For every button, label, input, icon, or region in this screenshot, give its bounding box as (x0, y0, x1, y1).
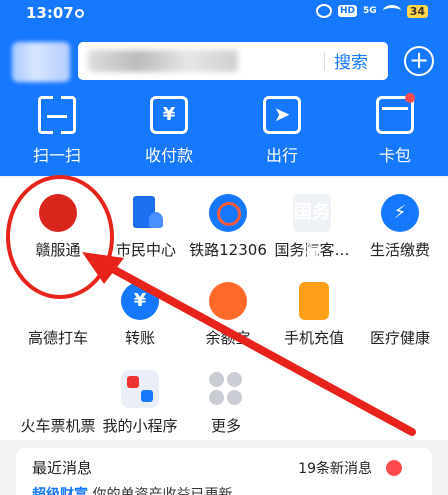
battery-level: 34 (406, 4, 428, 18)
alarm-icon (316, 4, 333, 18)
recent-messages-title: 最近消息 (32, 459, 93, 477)
network-label: 5G (363, 5, 377, 16)
grid-item-utility-payment[interactable]: ⚡ 生活缴费 (348, 178, 448, 259)
top-header: 13:07 HD 5G 34 搜索 + 扫一扫 ¥ 收付款 ➤ 出行 卡包 (0, 0, 448, 176)
payment-icon: ¥ (150, 96, 188, 134)
grid-item-label: 医疗健康 (369, 329, 430, 347)
search-button[interactable]: 搜索 (334, 48, 368, 73)
payment-label: 收付款 (144, 146, 193, 165)
gaode-taxi-icon: ⟡ (52, 290, 64, 311)
railway-icon (209, 194, 247, 232)
message-text: 你的单资产收益已更新 (92, 487, 233, 495)
message-source: 超级财富 (32, 487, 88, 495)
status-time: 13:07 (26, 4, 74, 22)
phone-recharge-icon (299, 282, 329, 320)
message-dot-icon (386, 460, 402, 476)
app-grid: 赣服通 市民中心 铁路12306 国务院 国务院客… ⚡ 生活缴费 ⟡ 高德打车… (0, 178, 448, 440)
citizen-center-icon (127, 194, 165, 232)
grid-item-label: 更多 (210, 417, 241, 435)
health-icon: ♥ (391, 290, 409, 311)
grid-item-more[interactable]: 更多 (174, 354, 278, 435)
utility-payment-icon: ⚡ (381, 194, 419, 232)
travel-icon: ➤ (263, 96, 301, 134)
card-badge-icon (405, 93, 415, 103)
recent-messages-card[interactable]: 最近消息 19条新消息 超级财富 你的单资产收益已更新 (16, 448, 432, 495)
status-bar: 13:07 HD 5G 34 (0, 0, 448, 30)
hd-icon: HD (338, 5, 358, 17)
grid-item-health[interactable]: ♥ 医疗健康 (348, 266, 448, 347)
user-avatar[interactable] (12, 42, 70, 82)
yuebao-icon (209, 282, 247, 320)
scan-action[interactable]: 扫一扫 (12, 96, 102, 166)
scan-label: 扫一扫 (32, 146, 81, 165)
card-wallet-action[interactable]: 卡包 (350, 93, 440, 166)
more-icon (207, 370, 245, 408)
status-icons: HD 5G 34 (316, 4, 428, 18)
add-button[interactable]: + (404, 46, 434, 76)
state-council-icon: 国务院 (293, 194, 331, 261)
payment-action[interactable]: ¥ 收付款 (124, 96, 214, 166)
new-message-count[interactable]: 19条新消息 (298, 458, 372, 478)
wifi-icon (382, 5, 401, 17)
search-bar[interactable]: 搜索 (78, 42, 388, 80)
ganfutong-icon (39, 194, 77, 232)
scan-icon (38, 96, 76, 134)
train-ticket-icon: ✈ (50, 378, 66, 399)
search-hint-blurred (88, 50, 238, 72)
top-actions: 扫一扫 ¥ 收付款 ➤ 出行 卡包 (0, 93, 448, 166)
message-preview[interactable]: 超级财富 你的单资产收益已更新 (32, 484, 232, 495)
card-wallet-label: 卡包 (378, 146, 411, 165)
transfer-icon: ¥ (121, 282, 159, 320)
mini-program-icon (121, 370, 159, 408)
travel-label: 出行 (265, 146, 298, 165)
travel-action[interactable]: ➤ 出行 (237, 96, 327, 166)
grid-item-label: 生活缴费 (369, 241, 430, 259)
search-divider (324, 52, 325, 70)
card-wallet-icon (376, 93, 415, 134)
notification-dot-icon (75, 9, 84, 18)
